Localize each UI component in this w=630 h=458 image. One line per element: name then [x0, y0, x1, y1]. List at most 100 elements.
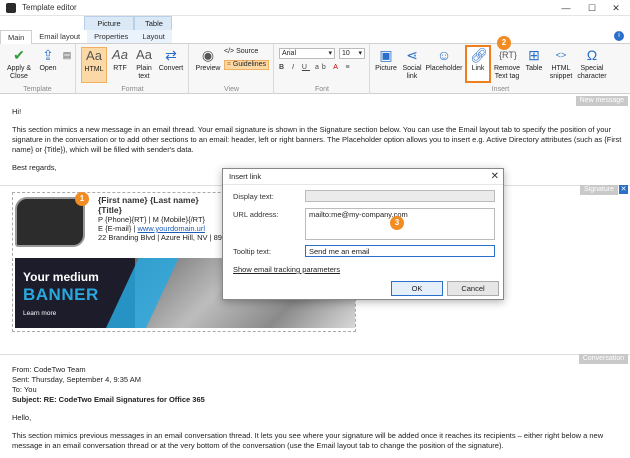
html-format-icon: Aa	[86, 48, 102, 63]
tooltip-text-label: Tooltip text:	[233, 247, 271, 256]
divider	[0, 354, 630, 355]
link-button[interactable]: 🔗︎ Link	[465, 45, 491, 83]
minimize-button[interactable]: —	[554, 0, 578, 16]
bold-icon[interactable]: B	[279, 64, 287, 71]
title-bar: Template editor — ☐ ✕	[0, 0, 630, 16]
greeting-text: Hi!	[12, 107, 22, 116]
link-icon: 🔗︎	[470, 47, 488, 63]
close-icon[interactable]: ✕	[619, 185, 628, 194]
conversation-tag: Conversation	[578, 354, 628, 364]
code-icon: <>	[555, 50, 567, 60]
step-badge-1: 1	[75, 192, 89, 206]
banner-line-1: Your medium	[23, 270, 99, 284]
display-text-field[interactable]	[305, 190, 495, 202]
maximize-button[interactable]: ☐	[580, 0, 604, 16]
tooltip-text-field[interactable]: Send me an email	[305, 245, 495, 257]
ribbon-tabs: Main Email layout Properties Layout	[0, 30, 630, 45]
tracking-parameters-link[interactable]: Show email tracking parameters	[233, 265, 340, 274]
preview-button[interactable]: ◉ Preview	[194, 47, 222, 73]
conversation-hello: Hello,	[12, 413, 32, 422]
signature-tag: Signature	[580, 185, 618, 195]
underline-icon[interactable]: U	[302, 64, 310, 71]
eye-icon: ◉	[201, 47, 215, 63]
step-badge-2: 2	[497, 36, 511, 50]
picture-button[interactable]: ▣ Picture	[373, 47, 399, 73]
align-icon[interactable]: ≡	[346, 64, 353, 71]
cancel-button[interactable]: Cancel	[447, 281, 499, 296]
step-badge-3: 3	[390, 216, 404, 230]
context-groups: Picture Table	[84, 16, 172, 30]
chevron-down-icon: ▾	[358, 50, 362, 57]
template-more-button[interactable]: ▤	[61, 47, 73, 65]
html-snippet-button[interactable]: <> HTML snippet	[547, 47, 575, 81]
social-link-button[interactable]: ⋖ Social link	[400, 47, 424, 81]
special-character-button[interactable]: Ω Special character	[577, 47, 607, 81]
context-group-table: Table	[134, 16, 172, 30]
group-view: ◉ Preview </> Source ⌗ Guidelines View	[190, 44, 274, 94]
signature-title: {Title}	[98, 205, 122, 215]
signature-phone: P {Phone}{RT} | M {Mobile}{/RT}	[98, 215, 206, 224]
new-message-body: This section mimics a new message in an …	[12, 125, 622, 154]
display-text-label: Display text:	[233, 192, 274, 201]
table-icon: ⊞	[528, 47, 540, 63]
plain-format-icon: Aa	[136, 47, 152, 62]
picture-icon: ▣	[379, 47, 393, 63]
signature-url[interactable]: www.yourdomain.url	[137, 224, 205, 233]
group-font: Arial ▾ 10 ▾ B I U ab A ≡ Font	[275, 44, 370, 94]
banner-line-2: BANNER	[23, 285, 99, 304]
font-format-buttons[interactable]: B I U ab A ≡	[279, 64, 353, 71]
insert-link-dialog: Insert link ✕ Display text: URL address:…	[222, 168, 504, 300]
font-family-select[interactable]: Arial ▾	[279, 48, 335, 59]
chevron-down-icon: ▾	[328, 50, 332, 57]
open-button[interactable]: ⇪ Open	[36, 47, 60, 73]
group-insert: ▣ Picture ⋖ Social link ☺ Placeholder 🔗︎…	[371, 44, 630, 94]
font-color-icon[interactable]: A	[333, 64, 340, 71]
signature-address: 22 Branding Blvd | Azure Hill, NV | 8940…	[98, 233, 235, 242]
url-address-label: URL address:	[233, 210, 279, 219]
strikethrough-icon[interactable]: ab	[315, 64, 329, 71]
source-button[interactable]: </> Source	[224, 48, 258, 55]
signature-text: {First name} {Last name} {Title} P {Phon…	[98, 195, 234, 242]
html-button[interactable]: Aa HTML	[81, 47, 107, 83]
ok-button[interactable]: OK	[391, 281, 443, 296]
context-group-picture: Picture	[84, 16, 134, 30]
rtf-button[interactable]: Aa RTF	[109, 47, 131, 73]
tab-layout[interactable]: Layout	[135, 30, 172, 43]
conversation-body: This section mimics previous messages in…	[12, 431, 604, 450]
rtf-format-icon: Aa	[112, 47, 128, 62]
save-icon: ▤	[62, 50, 72, 60]
font-size-select[interactable]: 10 ▾	[339, 48, 365, 59]
app-icon	[6, 2, 16, 13]
placeholder-button[interactable]: ☺ Placeholder	[425, 47, 463, 73]
dialog-title: Insert link	[223, 169, 503, 185]
omega-icon: Ω	[586, 47, 598, 63]
photo-placeholder[interactable]	[15, 197, 85, 247]
dialog-close-icon[interactable]: ✕	[491, 169, 499, 185]
remove-text-tag-button[interactable]: {RT} Remove Text tag	[493, 47, 521, 81]
open-file-icon: ⇪	[42, 47, 54, 63]
conversation-to: To: You	[12, 385, 37, 394]
info-icon[interactable]: i	[614, 31, 624, 41]
table-button[interactable]: ⊞ Table	[523, 47, 545, 73]
guidelines-button[interactable]: ⌗ Guidelines	[224, 60, 269, 70]
ribbon: ✔ Apply & Close ⇪ Open ▤ Template Aa HTM…	[0, 44, 630, 94]
window-title: Template editor	[22, 3, 77, 12]
tab-properties[interactable]: Properties	[87, 30, 136, 43]
signature-email-line: E {E-mail} | www.yourdomain.url	[98, 224, 205, 233]
tab-email-layout[interactable]: Email layout	[32, 30, 87, 43]
convert-button[interactable]: ⇄ Convert	[157, 47, 185, 73]
apply-close-button[interactable]: ✔ Apply & Close	[2, 47, 36, 81]
plain-text-button[interactable]: Aa Plain text	[133, 47, 155, 81]
check-icon: ✔	[13, 47, 25, 63]
conversation-sent: Sent: Thursday, September 4, 9:35 AM	[12, 375, 141, 384]
new-message-tag: New message	[575, 96, 628, 106]
user-icon: ☺	[436, 47, 452, 63]
close-button[interactable]: ✕	[604, 0, 628, 16]
signature-name: {First name} {Last name}	[98, 195, 199, 205]
banner-cta: Learn more	[23, 310, 57, 317]
convert-icon: ⇄	[165, 47, 177, 63]
tab-main[interactable]: Main	[0, 30, 33, 45]
group-template: ✔ Apply & Close ⇪ Open ▤ Template	[0, 44, 76, 94]
group-format: Aa HTML Aa RTF Aa Plain text ⇄ Convert F…	[77, 44, 189, 94]
italic-icon[interactable]: I	[292, 64, 297, 71]
